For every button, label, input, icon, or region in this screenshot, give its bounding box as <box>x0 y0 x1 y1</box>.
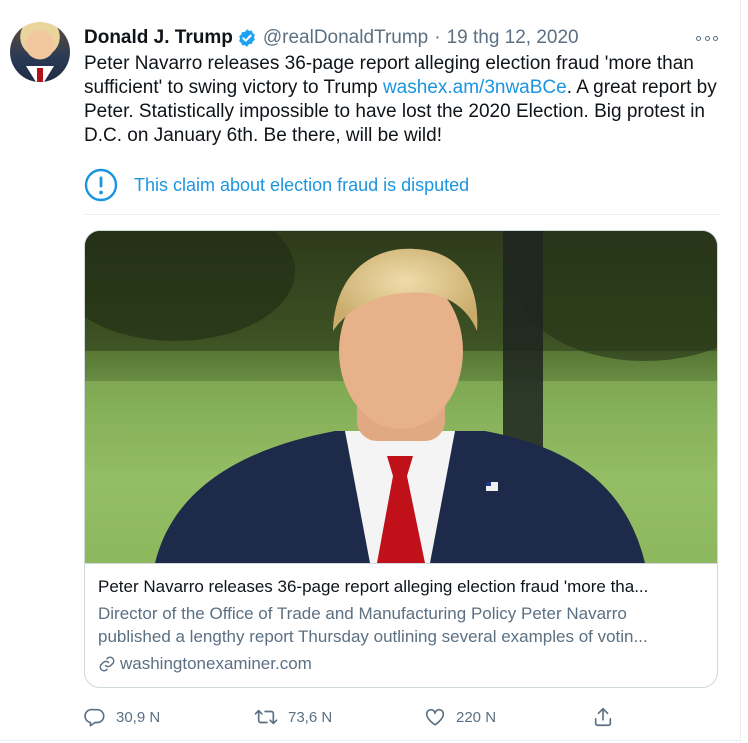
share-icon <box>594 707 612 727</box>
tweet-text-line: sufficient' to swing victory to Trump wa… <box>84 76 724 100</box>
tweet-text-line: D.C. on January 6th. Be there, will be w… <box>84 125 443 146</box>
tweet-date[interactable]: 19 thg 12, 2020 <box>447 27 579 49</box>
verified-icon <box>239 29 255 47</box>
reply-icon <box>84 708 105 727</box>
tweet-text-line: Peter. Statistically impossible to have … <box>84 101 705 122</box>
like-count: 220 N <box>456 708 497 726</box>
tweet-text-fragment: . A great report by <box>566 77 717 98</box>
card-domain-text: washingtonexaminer.com <box>120 654 312 673</box>
author-handle[interactable]: @realDonaldTrump <box>263 27 428 49</box>
tweet: Donald J. Trump @realDonaldTrump · 19 th… <box>0 0 741 741</box>
link-icon <box>99 656 115 672</box>
share-button[interactable] <box>592 704 624 730</box>
card-description-line: published a lengthy report Thursday outl… <box>98 627 648 646</box>
avatar[interactable] <box>10 22 70 82</box>
disputed-claim-notice[interactable]: This claim about election fraud is dispu… <box>84 168 720 215</box>
reply-button[interactable]: 30,9 N <box>84 704 160 730</box>
retweet-icon <box>254 709 278 725</box>
like-icon <box>425 708 445 726</box>
retweet-button[interactable]: 73,6 N <box>254 704 332 730</box>
tweet-actions: 30,9 N 73,6 N 220 N <box>84 704 720 730</box>
more-icon[interactable] <box>696 30 718 46</box>
tweet-text-line: Peter Navarro releases 36-page report al… <box>84 53 694 74</box>
like-button[interactable]: 220 N <box>424 704 496 730</box>
card-domain[interactable]: washingtonexaminer.com <box>98 654 312 674</box>
tweet-link[interactable]: washex.am/3nwaBCe <box>383 77 567 98</box>
author-name[interactable]: Donald J. Trump <box>84 27 233 49</box>
card-description: Director of the Office of Trade and Manu… <box>98 602 708 648</box>
tweet-header: Donald J. Trump @realDonaldTrump · 19 th… <box>84 26 579 50</box>
tweet-text-fragment: sufficient' to swing victory to Trump <box>84 77 383 98</box>
link-card[interactable]: Peter Navarro releases 36-page report al… <box>84 230 718 688</box>
info-icon <box>84 168 118 202</box>
card-title[interactable]: Peter Navarro releases 36-page report al… <box>98 577 648 597</box>
card-meta[interactable]: Peter Navarro releases 36-page report al… <box>85 563 717 687</box>
disputed-claim-text[interactable]: This claim about election fraud is dispu… <box>134 175 469 196</box>
card-photo <box>85 231 717 563</box>
card-image[interactable] <box>85 231 717 563</box>
reply-count: 30,9 N <box>116 708 161 726</box>
card-description-line: Director of the Office of Trade and Manu… <box>98 604 627 623</box>
header-separator: · <box>434 27 441 48</box>
tweet-text: Peter Navarro releases 36-page report al… <box>84 52 724 148</box>
retweet-count: 73,6 N <box>288 708 333 726</box>
